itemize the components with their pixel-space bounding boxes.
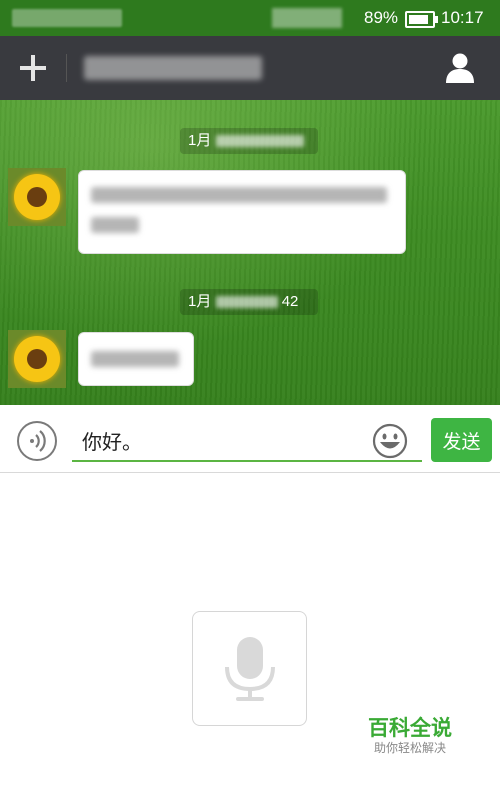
watermark-title: 百科全说 [368, 716, 452, 740]
header-divider [66, 54, 67, 82]
smiley-icon[interactable] [372, 423, 408, 459]
timestamp-redacted [215, 296, 278, 309]
voice-wave-icon[interactable] [17, 421, 57, 461]
plus-icon[interactable] [20, 55, 46, 81]
status-bar: 89% 10:17 [0, 0, 500, 36]
battery-percent: 89% [364, 8, 399, 27]
battery-fill [409, 15, 428, 24]
timestamp-redacted [215, 135, 304, 148]
avatar[interactable] [8, 168, 66, 226]
message-input[interactable] [72, 420, 422, 462]
timestamp-suffix: 42 [281, 293, 299, 310]
chat-header [0, 36, 500, 100]
watermark-logo: 百科全说 助你轻松解决 [360, 716, 460, 756]
timestamp-text: 1月 [188, 293, 212, 310]
battery-icon [405, 11, 438, 28]
send-button[interactable]: 发送 [431, 418, 492, 462]
message-timestamp: 1月 42 [180, 289, 318, 315]
person-icon[interactable] [444, 52, 476, 84]
avatar[interactable] [8, 330, 66, 388]
watermark-subtitle: 助你轻松解决 [373, 741, 446, 755]
timestamp-text: 1月 [188, 132, 212, 149]
microphone-icon [225, 637, 275, 701]
message-bubble[interactable] [78, 332, 194, 386]
chat-title [84, 56, 262, 80]
status-notifications [12, 9, 122, 27]
clock: 10:17 [441, 8, 484, 27]
message-timestamp: 1月 [180, 128, 318, 154]
chat-area[interactable]: 1月 1月 42 [0, 100, 500, 405]
message-bubble[interactable] [78, 170, 406, 254]
signal-icon [272, 8, 342, 28]
voice-record-button[interactable] [192, 611, 307, 726]
